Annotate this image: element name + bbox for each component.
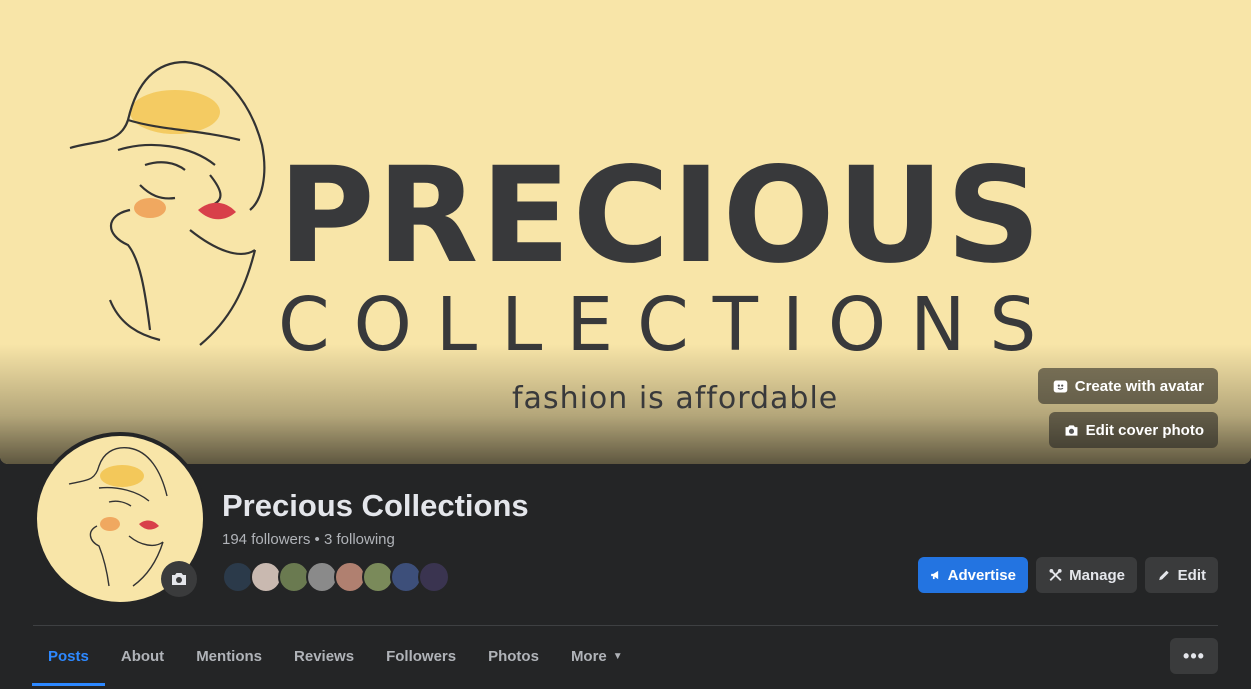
advertise-button[interactable]: Advertise <box>918 557 1028 593</box>
cover-brand-subtitle: COLLECTIONS <box>278 282 1061 368</box>
edit-label: Edit <box>1177 566 1206 584</box>
tab-reviews[interactable]: Reviews <box>278 626 370 686</box>
tab-more[interactable]: More ▼ <box>555 626 639 686</box>
edit-cover-photo-label: Edit cover photo <box>1085 421 1204 439</box>
follower-stats[interactable]: 194 followers • 3 following <box>222 531 395 548</box>
manage-button[interactable]: Manage <box>1036 557 1137 593</box>
tab-mentions[interactable]: Mentions <box>180 626 278 686</box>
tab-about[interactable]: About <box>105 626 180 686</box>
tools-icon <box>1049 568 1062 581</box>
page-tabs: Posts About Mentions Reviews Followers P… <box>32 626 639 686</box>
edit-cover-photo-button[interactable]: Edit cover photo <box>1048 412 1218 448</box>
advertise-label: Advertise <box>947 566 1016 584</box>
page-title: Precious Collections <box>222 488 529 523</box>
edit-button[interactable]: Edit <box>1145 557 1218 593</box>
tab-more-label: More <box>570 647 607 665</box>
follower-avatar[interactable] <box>418 561 450 593</box>
camera-icon <box>1065 424 1078 436</box>
avatar-icon <box>1053 380 1068 392</box>
camera-icon <box>172 573 186 585</box>
megaphone-icon <box>931 570 939 580</box>
tab-posts[interactable]: Posts <box>32 626 105 686</box>
pencil-icon <box>1159 570 1169 581</box>
manage-label: Manage <box>1069 566 1125 584</box>
follower-avatars[interactable] <box>222 561 450 593</box>
create-with-avatar-label: Create with avatar <box>1074 377 1204 395</box>
more-options-button[interactable]: ••• <box>1170 638 1218 674</box>
update-profile-picture-button[interactable] <box>161 561 197 597</box>
cover-brand-title: PRECIOUS <box>278 139 1044 293</box>
create-with-avatar-button[interactable]: Create with avatar <box>1037 368 1218 404</box>
tab-followers[interactable]: Followers <box>370 626 472 686</box>
cover-tagline: fashion is affordable <box>512 381 839 416</box>
tab-photos[interactable]: Photos <box>472 626 555 686</box>
caret-down-icon: ▼ <box>612 650 623 662</box>
